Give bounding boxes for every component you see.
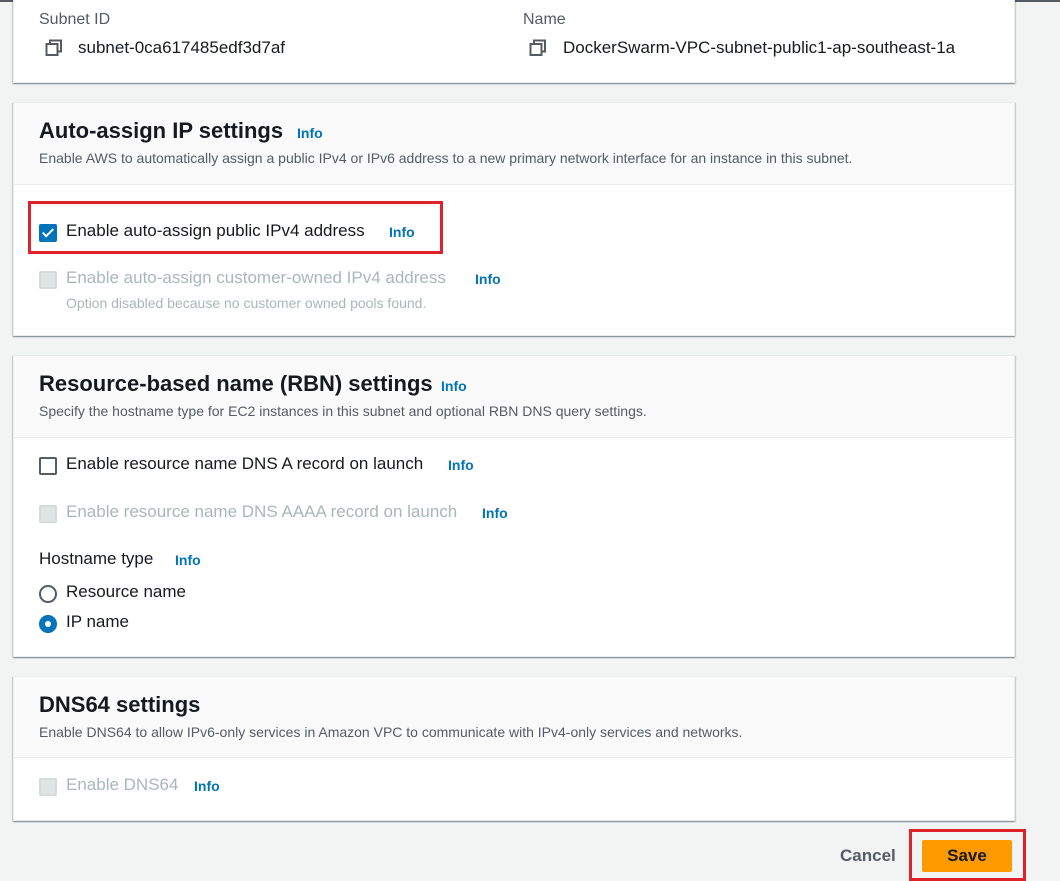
card-header: Resource-based name (RBN) settings Info …	[14, 356, 1014, 438]
rbn-settings-card: Resource-based name (RBN) settings Info …	[13, 355, 1015, 657]
copy-icon[interactable]	[529, 39, 547, 57]
dns-a-record-checkbox[interactable]	[39, 457, 57, 475]
card-header: DNS64 settings Enable DNS64 to allow IPv…	[14, 677, 1014, 758]
subnet-id-label: Subnet ID	[39, 11, 111, 28]
card-header: Auto-assign IP settings Info Enable AWS …	[14, 103, 1014, 185]
cancel-button[interactable]: Cancel	[840, 846, 896, 866]
dns64-settings-card: DNS64 settings Enable DNS64 to allow IPv…	[13, 676, 1015, 821]
dns64-label: Enable DNS64	[66, 775, 179, 794]
dns-aaaa-record-checkbox	[39, 505, 57, 523]
card-title: Resource-based name (RBN) settings	[39, 371, 433, 396]
customer-owned-ipv4-label: Enable auto-assign customer-owned IPv4 a…	[66, 268, 446, 287]
card-description: Specify the hostname type for EC2 instan…	[39, 403, 647, 419]
info-link[interactable]: Info	[482, 505, 508, 521]
name-label: Name	[523, 11, 566, 28]
highlight-box	[28, 201, 443, 254]
hostname-type-label: Hostname type	[39, 549, 154, 568]
highlight-box	[909, 829, 1026, 881]
subnet-details-card: Subnet ID subnet-0ca617485edf3d7af Name …	[13, 0, 1015, 83]
radio-resource-name-label[interactable]: Resource name	[66, 582, 186, 602]
copy-icon[interactable]	[45, 39, 63, 57]
radio-ip-name-label[interactable]: IP name	[66, 612, 129, 632]
info-link[interactable]: Info	[297, 125, 323, 141]
dns64-checkbox	[39, 778, 57, 796]
dns-aaaa-record-label: Enable resource name DNS AAAA record on …	[66, 502, 458, 521]
card-title: Auto-assign IP settings	[39, 118, 284, 143]
customer-owned-ipv4-checkbox	[39, 271, 57, 289]
info-link[interactable]: Info	[194, 778, 220, 794]
customer-owned-note: Option disabled because no customer owne…	[66, 295, 427, 311]
subnet-id-value: subnet-0ca617485edf3d7af	[78, 38, 286, 57]
card-description: Enable DNS64 to allow IPv6-only services…	[39, 724, 743, 740]
info-link[interactable]: Info	[448, 457, 474, 473]
info-link[interactable]: Info	[441, 378, 467, 394]
info-link[interactable]: Info	[175, 552, 201, 568]
name-value: DockerSwarm-VPC-subnet-public1-ap-southe…	[563, 38, 956, 57]
radio-ip-name[interactable]	[39, 615, 57, 633]
info-link[interactable]: Info	[475, 271, 501, 287]
radio-resource-name[interactable]	[39, 585, 57, 603]
card-title: DNS64 settings	[39, 692, 201, 717]
card-description: Enable AWS to automatically assign a pub…	[39, 150, 853, 166]
dns-a-record-label[interactable]: Enable resource name DNS A record on lau…	[66, 454, 423, 474]
